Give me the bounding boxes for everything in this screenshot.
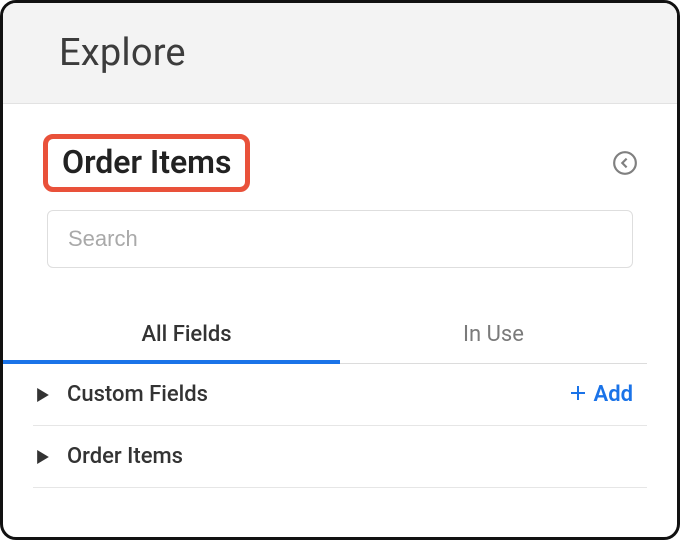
tab-all-fields[interactable]: All Fields (33, 308, 340, 363)
tabs: All Fields In Use (33, 308, 647, 364)
explore-title: Order Items (62, 143, 231, 181)
section-order-items[interactable]: Order Items (33, 426, 647, 488)
search-input[interactable] (47, 210, 633, 268)
section-list: Custom Fields Add Order Items (33, 364, 647, 488)
section-label: Custom Fields (67, 382, 208, 407)
section-label: Order Items (67, 444, 183, 469)
add-label: Add (594, 382, 633, 407)
explore-panel: Explore Order Items All Fields In Use (0, 0, 680, 540)
chevron-left-circle-icon (612, 150, 638, 176)
header-title: Explore (59, 31, 641, 75)
section-header-left: Order Items (33, 444, 183, 469)
tab-label: In Use (463, 322, 524, 347)
title-row: Order Items (33, 134, 647, 192)
caret-right-icon (37, 388, 49, 402)
add-custom-field-button[interactable]: Add (570, 382, 637, 407)
collapse-panel-button[interactable] (611, 149, 639, 177)
header: Explore (3, 3, 677, 104)
caret-right-icon (37, 450, 49, 464)
content-area: Order Items All Fields In Use (3, 104, 677, 537)
section-custom-fields[interactable]: Custom Fields Add (33, 364, 647, 426)
section-header-left: Custom Fields (33, 382, 208, 407)
search-row (47, 210, 633, 268)
tab-in-use[interactable]: In Use (340, 308, 647, 363)
explore-title-highlight: Order Items (43, 134, 250, 192)
tab-label: All Fields (141, 322, 231, 347)
plus-icon (570, 382, 586, 407)
